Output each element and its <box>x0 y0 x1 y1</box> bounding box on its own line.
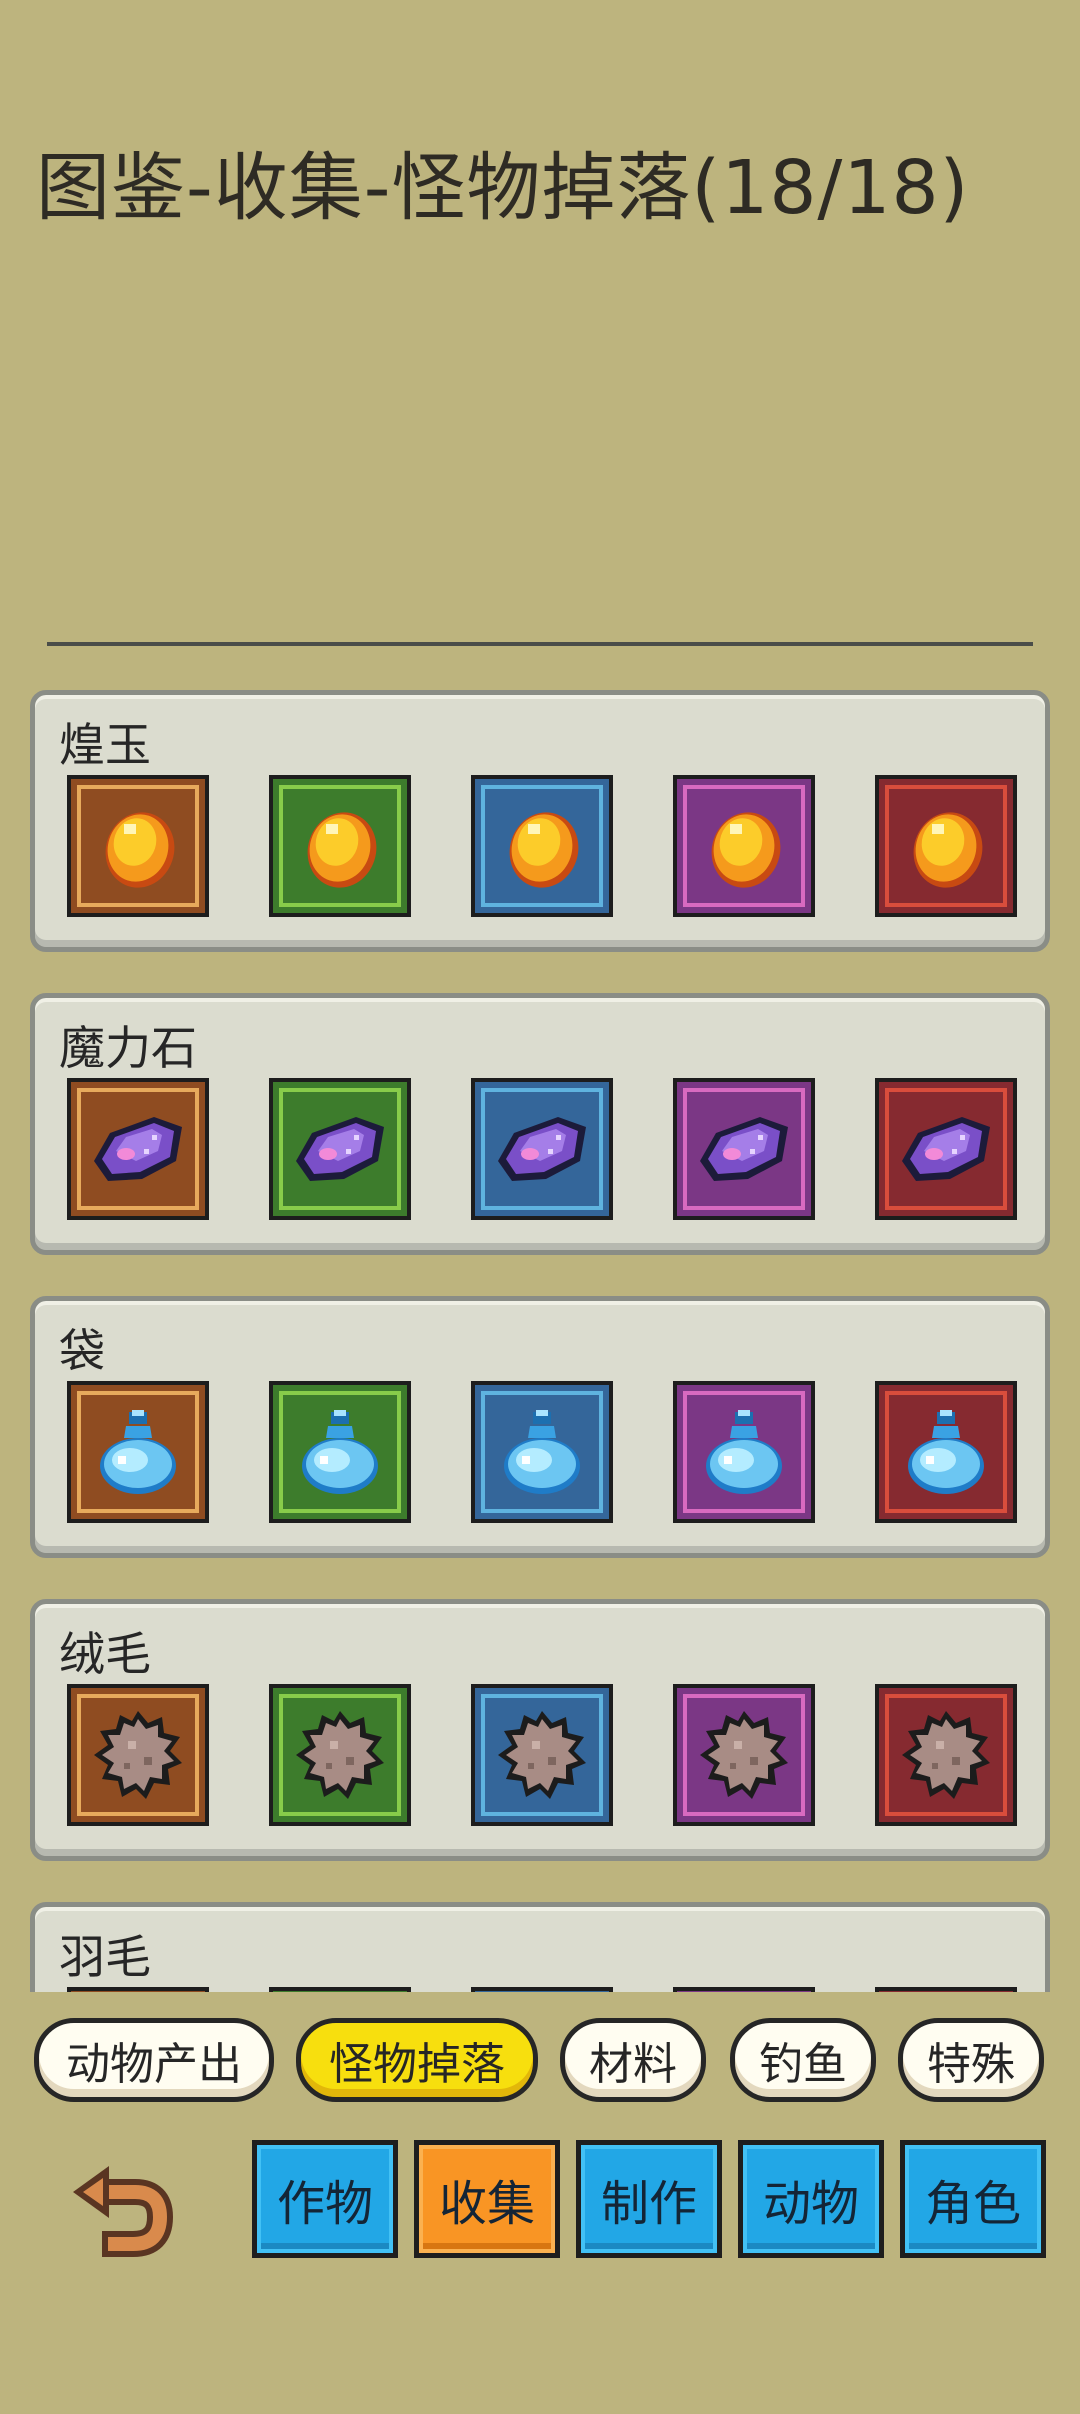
item-slot[interactable] <box>67 1078 209 1220</box>
fur-tuft-icon <box>481 1694 603 1816</box>
category-label: 绒毛 <box>59 1627 151 1681</box>
subtab-materials[interactable]: 材料 <box>560 2018 706 2102</box>
tab-characters[interactable]: 角色 <box>900 2140 1046 2258</box>
item-slot[interactable] <box>471 1381 613 1523</box>
tab-animals[interactable]: 动物 <box>738 2140 884 2258</box>
item-slot[interactable] <box>67 1381 209 1523</box>
fur-tuft-icon <box>279 1694 401 1816</box>
item-slot[interactable] <box>673 1684 815 1826</box>
purple-crystal-icon <box>77 1088 199 1210</box>
back-button[interactable] <box>60 2157 180 2267</box>
tab-crafting[interactable]: 制作 <box>576 2140 722 2258</box>
gold-gem-icon <box>885 785 1007 907</box>
item-slot[interactable] <box>67 1684 209 1826</box>
collection-list[interactable]: 煌玉魔力石袋绒毛羽毛 <box>0 660 1080 1992</box>
subtab-special[interactable]: 特殊 <box>898 2018 1044 2102</box>
category-label: 魔力石 <box>59 1021 197 1075</box>
item-slot[interactable] <box>875 1078 1017 1220</box>
item-slot[interactable] <box>471 1078 613 1220</box>
item-slot[interactable] <box>471 1684 613 1826</box>
item-slot[interactable] <box>673 775 815 917</box>
purple-crystal-icon <box>683 1088 805 1210</box>
item-slot[interactable] <box>269 1078 411 1220</box>
subtab-fishing[interactable]: 钓鱼 <box>730 2018 876 2102</box>
page-title: 图鉴-收集-怪物掉落(18/18) <box>36 145 970 231</box>
bottom-navigation: 动物产出 怪物掉落 材料 钓鱼 特殊 作物 收集 制作 动物 角色 <box>0 1992 1080 2414</box>
purple-crystal-icon <box>279 1088 401 1210</box>
item-slot[interactable] <box>673 1078 815 1220</box>
item-slot[interactable] <box>875 1381 1017 1523</box>
blue-potion-icon <box>77 1391 199 1513</box>
fur-tuft-icon <box>885 1694 1007 1816</box>
blue-potion-icon <box>481 1391 603 1513</box>
category-card: 羽毛 <box>30 1902 1050 1992</box>
undo-arrow-icon <box>73 2166 174 2257</box>
purple-crystal-icon <box>481 1088 603 1210</box>
item-slot[interactable] <box>673 1381 815 1523</box>
tab-crops[interactable]: 作物 <box>252 2140 398 2258</box>
subtab-animal-produce[interactable]: 动物产出 <box>34 2018 274 2102</box>
category-label: 煌玉 <box>59 718 151 772</box>
blue-potion-icon <box>279 1391 401 1513</box>
item-slot[interactable] <box>269 1684 411 1826</box>
fur-tuft-icon <box>683 1694 805 1816</box>
item-slot[interactable] <box>471 775 613 917</box>
fur-tuft-icon <box>77 1694 199 1816</box>
category-card: 魔力石 <box>30 993 1050 1255</box>
blue-potion-icon <box>683 1391 805 1513</box>
category-label: 袋 <box>59 1324 105 1378</box>
item-slot[interactable] <box>269 775 411 917</box>
category-label: 羽毛 <box>59 1930 151 1984</box>
item-slot[interactable] <box>875 775 1017 917</box>
gold-gem-icon <box>77 785 199 907</box>
item-slot[interactable] <box>67 775 209 917</box>
purple-crystal-icon <box>885 1088 1007 1210</box>
category-card: 绒毛 <box>30 1599 1050 1861</box>
subtab-monster-drops[interactable]: 怪物掉落 <box>296 2018 538 2102</box>
blue-potion-icon <box>885 1391 1007 1513</box>
category-card: 煌玉 <box>30 690 1050 952</box>
title-divider <box>47 642 1033 646</box>
gold-gem-icon <box>481 785 603 907</box>
gold-gem-icon <box>683 785 805 907</box>
gold-gem-icon <box>279 785 401 907</box>
tab-collection[interactable]: 收集 <box>414 2140 560 2258</box>
category-card: 袋 <box>30 1296 1050 1558</box>
item-slot[interactable] <box>875 1684 1017 1826</box>
item-slot[interactable] <box>269 1381 411 1523</box>
